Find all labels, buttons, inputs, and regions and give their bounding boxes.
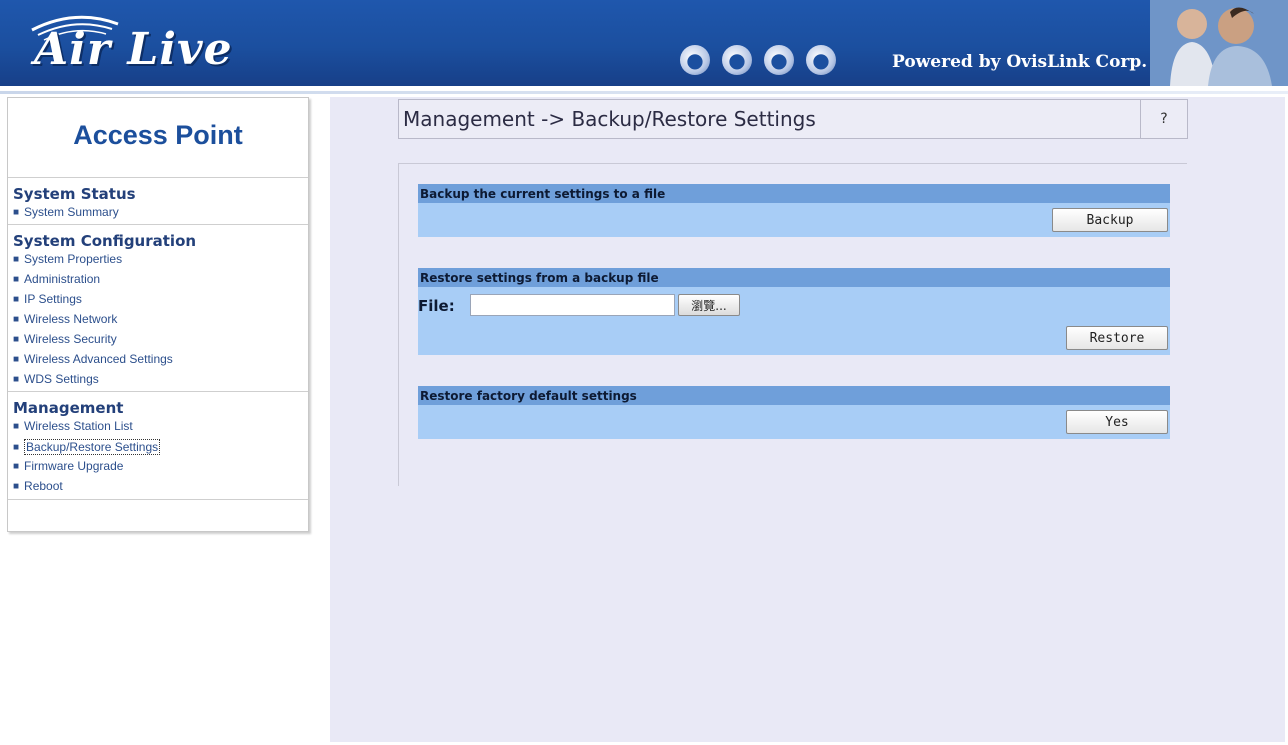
bullet-icon: ■ [13, 313, 20, 325]
browse-button[interactable]: 瀏覽... [678, 294, 740, 316]
sidebar-heading-management: Management [13, 399, 124, 417]
bullet-icon: ■ [13, 253, 20, 265]
sidebar-item-system-properties[interactable]: ■ System Properties [13, 252, 122, 266]
globe-asia-icon: ● [764, 45, 794, 75]
sidebar-item-wireless-security[interactable]: ■ Wireless Security [13, 332, 117, 346]
globe-pacific-icon: ● [806, 45, 836, 75]
sidebar-heading-system-configuration: System Configuration [13, 232, 197, 250]
sidebar-title: Access Point [73, 120, 243, 150]
bullet-icon: ■ [13, 373, 20, 385]
sidebar: Access Point System Status ■ System Summ… [7, 97, 309, 532]
sidebar-item-wireless-advanced-settings[interactable]: ■ Wireless Advanced Settings [13, 352, 173, 366]
sidebar-item-firmware-upgrade[interactable]: ■ Firmware Upgrade [13, 459, 123, 473]
backup-section-heading: Backup the current settings to a file [418, 184, 1170, 203]
sidebar-heading-system-status: System Status [13, 185, 136, 203]
sidebar-item-wds-settings[interactable]: ■ WDS Settings [13, 372, 99, 386]
restore-button[interactable]: Restore [1066, 326, 1168, 350]
factory-reset-section-heading: Restore factory default settings [418, 386, 1170, 405]
page-title-bar: Management -> Backup/Restore Settings ? [398, 99, 1188, 139]
people-photo [1150, 0, 1288, 86]
bullet-icon: ■ [13, 293, 20, 305]
file-label: File: [418, 297, 455, 315]
help-button[interactable]: ? [1140, 100, 1187, 138]
sidebar-item-wireless-station-list[interactable]: ■ Wireless Station List [13, 419, 133, 433]
bullet-icon: ■ [13, 353, 20, 365]
sidebar-item-administration[interactable]: ■ Administration [13, 272, 100, 286]
brand-logo: Air Live [34, 24, 233, 75]
factory-reset-section-body [418, 405, 1170, 439]
bullet-icon: ■ [13, 420, 20, 432]
powered-by-text: Powered by OvisLink Corp. [892, 52, 1148, 72]
backup-button[interactable]: Backup [1052, 208, 1168, 232]
bullet-icon: ■ [13, 333, 20, 345]
page-title: Management -> Backup/Restore Settings [403, 107, 816, 131]
top-banner: Air Live ● ● ● ● Powered by OvisLink Cor… [0, 0, 1288, 86]
sidebar-item-ip-settings[interactable]: ■ IP Settings [13, 292, 82, 306]
bullet-icon: ■ [13, 273, 20, 285]
factory-reset-yes-button[interactable]: Yes [1066, 410, 1168, 434]
sidebar-item-system-summary[interactable]: ■ System Summary [13, 205, 119, 219]
sidebar-item-reboot[interactable]: ■ Reboot [13, 479, 63, 493]
bullet-icon: ■ [13, 206, 20, 218]
globe-africa-icon: ● [722, 45, 752, 75]
bullet-icon: ■ [13, 441, 20, 453]
restore-section-heading: Restore settings from a backup file [418, 268, 1170, 287]
sidebar-item-backup-restore-settings[interactable]: ■ Backup/Restore Settings [13, 439, 161, 455]
globe-americas-icon: ● [680, 45, 710, 75]
bullet-icon: ■ [13, 480, 20, 492]
file-path-input[interactable] [470, 294, 675, 316]
globe-icons: ● ● ● ● [680, 45, 836, 81]
sidebar-item-wireless-network[interactable]: ■ Wireless Network [13, 312, 117, 326]
bullet-icon: ■ [13, 460, 20, 472]
